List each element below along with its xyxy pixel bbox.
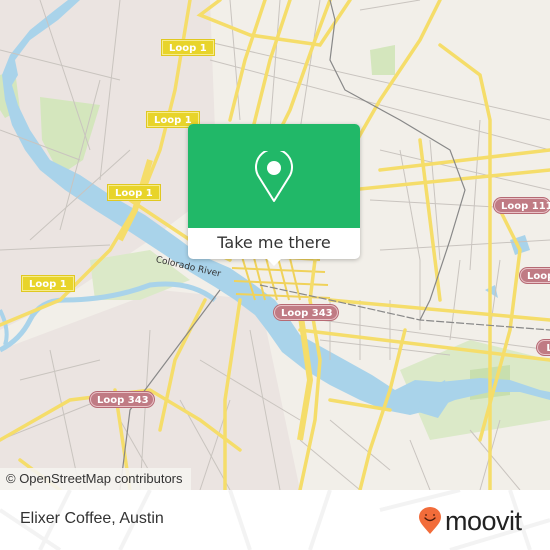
highway-shield: Loop 1 [22,276,74,291]
highway-shield: Loop [520,268,550,283]
highway-shield: L [537,340,550,355]
moovit-pin-icon [419,507,441,534]
popup-header [188,124,360,228]
highway-shield: Loop 1 [162,40,214,55]
take-me-there-button[interactable]: Take me there [188,228,360,259]
popup-pointer [265,257,283,266]
map-pin-icon [255,151,293,202]
map-attribution[interactable]: © OpenStreetMap contributors [0,468,191,490]
map-view[interactable]: Loop 1 Loop 1 Loop 1 Loop 1 Loop 343 Loo… [0,0,550,490]
highway-shield: Loop 111 [494,198,550,213]
moovit-logo[interactable]: moovit [418,505,522,536]
highway-shield: Loop 343 [274,305,338,320]
place-name: Elixer Coffee, Austin [20,510,164,527]
location-popup: Take me there [188,124,360,266]
brand-wordmark: moovit [445,505,522,536]
highway-shield: Loop 343 [90,392,154,407]
highway-shield: Loop 1 [108,185,160,200]
